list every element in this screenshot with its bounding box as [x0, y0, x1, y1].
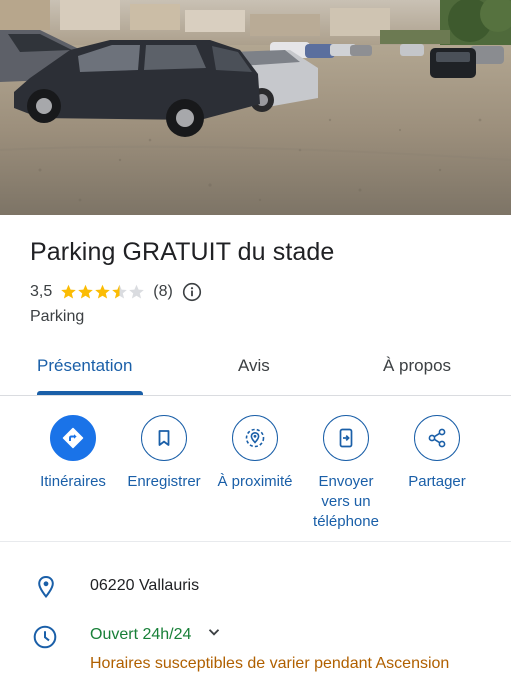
address-text[interactable]: 06220 Vallauris — [90, 577, 199, 595]
send-to-phone-label: Envoyer vers un téléphone — [313, 473, 379, 530]
action-buttons: Itinéraires Enregistrer À proximité Envo… — [0, 397, 511, 542]
active-tab-indicator — [37, 391, 143, 395]
send-to-phone-button[interactable]: Envoyer vers un téléphone — [296, 415, 396, 532]
send-to-phone-icon — [323, 415, 369, 461]
rating-stars — [60, 284, 145, 300]
place-photo[interactable] — [0, 0, 511, 215]
location-pin-icon — [33, 574, 59, 600]
hours-status: Ouvert 24h/24 — [90, 625, 192, 643]
directions-button[interactable]: Itinéraires — [23, 415, 123, 492]
bookmark-icon — [141, 415, 187, 461]
nearby-icon — [232, 415, 278, 461]
tab-about[interactable]: À propos — [383, 356, 451, 376]
info-icon[interactable] — [182, 282, 202, 302]
chevron-down-icon — [207, 625, 221, 644]
place-title: Parking GRATUIT du stade — [30, 238, 335, 266]
opening-hours-toggle[interactable]: Ouvert 24h/24 — [90, 625, 221, 644]
tab-bar: Présentation Avis À propos — [0, 340, 511, 396]
nearby-button[interactable]: À proximité — [205, 415, 305, 492]
share-button[interactable]: Partager — [387, 415, 487, 492]
place-category: Parking — [30, 308, 85, 325]
hours-notice: Horaires susceptibles de varier pendant … — [90, 655, 450, 672]
nearby-label: À proximité — [217, 473, 293, 490]
tab-reviews[interactable]: Avis — [238, 356, 270, 376]
star-icon — [129, 284, 145, 299]
save-button[interactable]: Enregistrer — [114, 415, 214, 492]
share-icon — [414, 415, 460, 461]
star-icon — [95, 284, 111, 299]
rating-row[interactable]: 3,5 (8) — [30, 281, 202, 303]
star-icon — [78, 284, 94, 299]
star-icon — [112, 284, 128, 299]
tab-overview[interactable]: Présentation — [37, 356, 132, 376]
directions-label: Itinéraires — [40, 473, 106, 490]
clock-icon — [32, 624, 58, 650]
save-label: Enregistrer — [127, 473, 201, 490]
rating-value: 3,5 — [30, 283, 53, 300]
directions-icon — [50, 415, 96, 461]
review-count[interactable]: (8) — [153, 283, 173, 301]
star-icon — [61, 284, 77, 299]
share-label: Partager — [408, 473, 466, 490]
